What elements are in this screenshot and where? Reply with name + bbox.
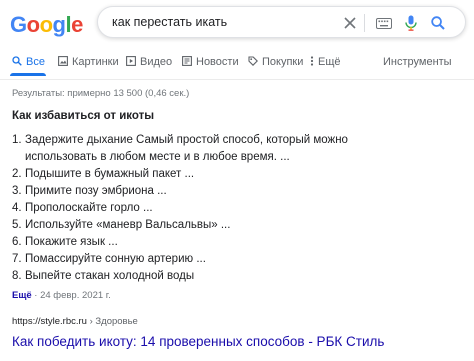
list-number: 4. <box>12 202 22 214</box>
logo-letter: e <box>71 12 83 37</box>
list-number: 7. <box>12 253 22 265</box>
tab-shopping[interactable]: Покупки <box>248 54 303 70</box>
tab-images[interactable]: Картинки <box>58 54 119 70</box>
news-icon <box>182 55 192 69</box>
list-item: 3. Примите позу эмбриона ... <box>12 183 412 200</box>
tab-video[interactable]: Видео <box>126 54 172 70</box>
snippet-footer: Ещё · 24 февр. 2021 г. <box>12 290 111 301</box>
list-item: 6. Покажите язык ... <box>12 234 412 251</box>
list-item: 2. Подышите в бумажный пакет ... <box>12 166 412 183</box>
result-stats: Результаты: примерно 13 500 (0,46 сек.) <box>12 88 190 99</box>
more-vert-icon <box>310 55 314 69</box>
snippet-title: Как избавиться от икоты <box>12 110 155 122</box>
tools-button[interactable]: Инструменты <box>383 54 452 70</box>
tab-label: Все <box>26 56 45 68</box>
divider <box>364 14 365 32</box>
tab-more[interactable]: Ещё <box>310 54 341 70</box>
list-item: 4. Прополоскайте горло ... <box>12 200 412 217</box>
tab-news[interactable]: Новости <box>182 54 239 70</box>
tab-label: Новости <box>196 56 239 68</box>
list-text: Прополоскайте горло ... <box>25 202 153 214</box>
logo-letter: G <box>10 12 27 37</box>
keyboard-icon[interactable] <box>375 14 393 32</box>
list-item: 1. Задержите дыхание Самый простой способ… <box>12 132 412 166</box>
search-box <box>97 6 466 38</box>
tools-label: Инструменты <box>383 56 452 68</box>
search-icon[interactable] <box>429 14 447 32</box>
search-tabs: Все Картинки Видео Новости Покупки Ещё И… <box>0 54 474 76</box>
image-icon <box>58 55 68 69</box>
list-item: 5. Используйте «маневр Вальсальвы» ... <box>12 217 412 234</box>
list-text: Выпейте стакан холодной воды <box>25 270 195 282</box>
close-icon[interactable] <box>341 14 359 32</box>
tab-all[interactable]: Все <box>12 54 45 70</box>
list-item: 8. Выпейте стакан холодной воды <box>12 268 412 285</box>
google-logo[interactable]: Google <box>10 12 83 38</box>
snippet-list: 1. Задержите дыхание Самый простой способ… <box>12 132 412 285</box>
list-text: Покажите язык ... <box>25 236 118 248</box>
list-number: 3. <box>12 185 22 197</box>
tab-label: Видео <box>140 56 173 68</box>
result-title-link[interactable]: Как победить икоту: 14 проверенных спосо… <box>12 334 384 349</box>
breadcrumb: › Здоровье <box>89 316 138 327</box>
list-number: 5. <box>12 219 22 231</box>
tabs-divider <box>0 79 474 80</box>
tab-label: Ещё <box>318 56 341 68</box>
list-text: Используйте «маневр Вальсальвы» ... <box>25 219 231 231</box>
list-number: 6. <box>12 236 22 248</box>
snippet-date: · 24 февр. 2021 г. <box>34 290 111 301</box>
logo-letter: o <box>39 12 53 37</box>
logo-letter: o <box>26 12 40 37</box>
list-number: 8. <box>12 270 22 282</box>
result-url-domain[interactable]: https://style.rbc.ru <box>12 316 87 327</box>
more-link[interactable]: Ещё <box>12 290 32 301</box>
tag-icon <box>248 55 258 69</box>
tab-label: Картинки <box>72 56 119 68</box>
result-url: https://style.rbc.ru › Здоровье <box>12 316 138 327</box>
logo-letter: g <box>52 12 66 37</box>
list-text: Подышите в бумажный пакет ... <box>25 168 195 180</box>
list-number: 2. <box>12 168 22 180</box>
list-text: Задержите дыхание Самый простой способ, … <box>25 134 348 163</box>
list-text: Помассируйте сонную артерию ... <box>25 253 206 265</box>
list-item: 7. Помассируйте сонную артерию ... <box>12 251 412 268</box>
active-tab-indicator <box>10 73 46 76</box>
search-icon <box>12 55 22 69</box>
search-input[interactable] <box>112 15 332 29</box>
tab-label: Покупки <box>262 56 304 68</box>
list-text: Примите позу эмбриона ... <box>25 185 167 197</box>
list-number: 1. <box>12 134 22 146</box>
microphone-icon[interactable] <box>402 14 420 32</box>
video-icon <box>126 55 136 69</box>
